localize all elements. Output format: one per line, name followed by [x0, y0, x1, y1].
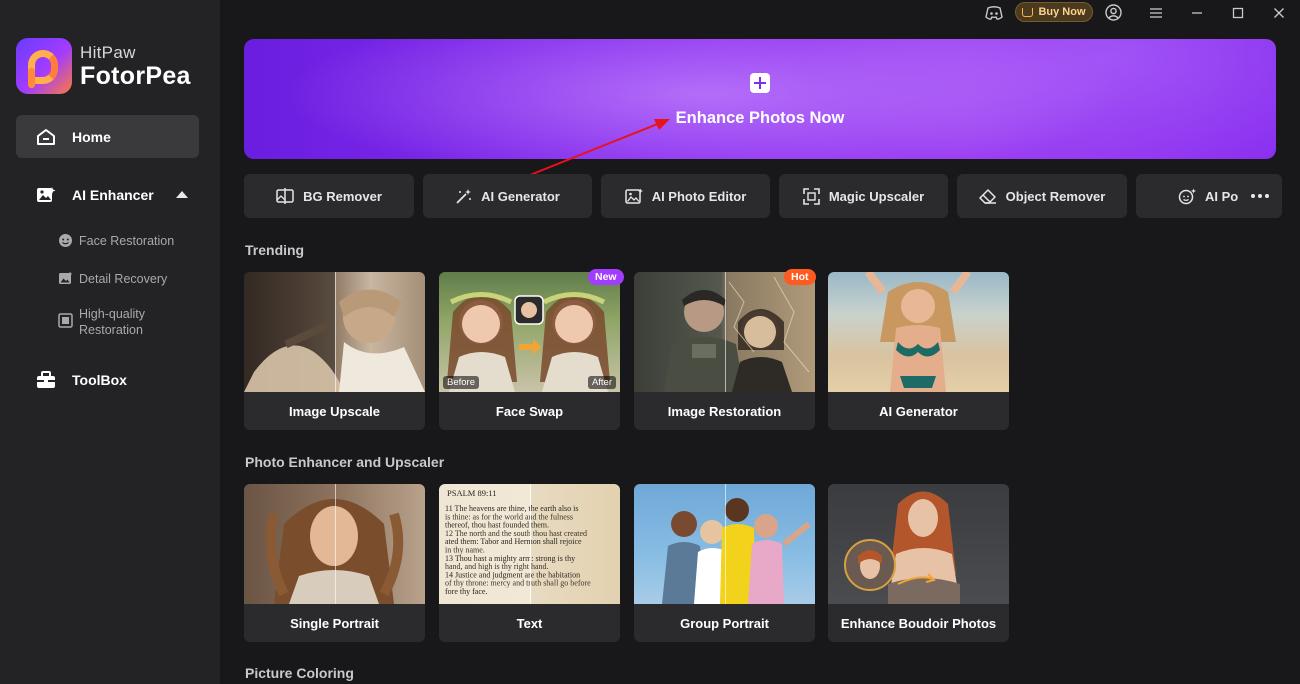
card-caption: Single Portrait [290, 615, 379, 631]
more-dots-icon[interactable] [1251, 194, 1269, 198]
card-image-upscale[interactable]: Image Upscale [244, 272, 425, 430]
card-caption: Group Portrait [680, 615, 769, 631]
tool-label: BG Remover [303, 188, 382, 204]
upscale-icon [803, 187, 820, 205]
app-logo: HitPaw FotorPea [16, 38, 191, 94]
text-sample-header: PSALM 89:11 [447, 488, 497, 498]
tool-label: AI Photo Editor [651, 188, 747, 204]
card-face-swap[interactable]: Before After Face Swap [439, 272, 620, 430]
ai-generator-button[interactable]: AI Generator [423, 174, 592, 218]
sidebar-item-label: Home [72, 128, 111, 145]
discord-icon[interactable] [985, 4, 1003, 21]
single-portrait-thumbnail [244, 484, 425, 604]
sidebar-item-toolbox[interactable]: ToolBox [16, 360, 127, 400]
section-title-photo-enhancer: Photo Enhancer and Upscaler [245, 454, 445, 470]
object-remover-button[interactable]: Object Remover [957, 174, 1127, 218]
sidebar-subitem-detail-recovery[interactable]: Detail Recovery [58, 271, 167, 287]
boudoir-thumbnail [828, 484, 1009, 604]
maximize-icon[interactable] [1229, 4, 1247, 21]
sidebar-subitem-face-restoration[interactable]: Face Restoration [58, 233, 174, 249]
tool-label: AI Generator [481, 188, 560, 204]
fotorpea-logo-icon [16, 38, 72, 94]
brand-line1: HitPaw [80, 42, 136, 62]
sidebar-subitem-label-line2: Restoration [79, 323, 143, 337]
sidebar-subitem-label-line1: High-quality [79, 307, 146, 321]
face-swap-thumbnail: Before After [439, 272, 620, 392]
banner-title: Enhance Photos Now [675, 109, 845, 127]
magic-upscaler-button[interactable]: Magic Upscaler [779, 174, 948, 218]
sidebar-item-label: AI Enhancer [72, 187, 154, 203]
card-group-portrait[interactable]: Group Portrait [634, 484, 815, 642]
image-enhance-icon [37, 187, 56, 202]
bg-remover-button[interactable]: BG Remover [244, 174, 414, 218]
buy-now-button[interactable]: Buy Now [1015, 2, 1093, 22]
account-icon[interactable] [1104, 4, 1122, 21]
card-caption: Image Restoration [667, 403, 782, 419]
portrait-sparkle-icon [1178, 188, 1196, 204]
menu-icon[interactable] [1147, 4, 1165, 21]
minimize-icon[interactable] [1188, 4, 1206, 21]
sidebar-subitem-label: Detail Recovery [79, 272, 168, 286]
home-icon [37, 128, 55, 145]
ai-generator-thumbnail [828, 272, 1009, 392]
face-icon [59, 234, 72, 247]
image-restoration-thumbnail [634, 272, 815, 392]
new-badge: New [588, 269, 624, 285]
tool-label: Object Remover [1005, 188, 1106, 204]
card-caption: Face Swap [495, 403, 564, 419]
card-caption: Enhance Boudoir Photos [840, 615, 997, 631]
sidebar-item-ai-enhancer[interactable]: AI Enhancer [16, 175, 154, 215]
sidebar-item-home[interactable]: Home [16, 115, 199, 158]
toolbox-icon [37, 371, 55, 388]
title-bar [220, 0, 1300, 25]
card-text[interactable]: PSALM 89:11 11 The heavens are thine, th… [439, 484, 620, 642]
sidebar-subitem-label: Face Restoration [79, 234, 175, 248]
cart-icon [1022, 7, 1034, 17]
group-portrait-thumbnail [634, 484, 815, 604]
card-single-portrait[interactable]: Single Portrait [244, 484, 425, 642]
hot-badge: Hot [784, 269, 816, 285]
card-caption: Text [516, 615, 543, 631]
after-tag: After [587, 376, 616, 389]
text-sample-line: fore thy face. [445, 587, 487, 596]
magic-wand-icon [456, 188, 472, 204]
sidebar-subitem-high-quality-restoration[interactable]: High-quality Restoration [58, 306, 145, 338]
card-caption: AI Generator [879, 403, 958, 419]
sidebar: HitPaw FotorPea Home AI Enhancer Face Re… [0, 0, 220, 684]
sidebar-item-label: ToolBox [72, 372, 127, 388]
eraser-icon [978, 189, 996, 204]
card-enhance-boudoir-photos[interactable]: Enhance Boudoir Photos [828, 484, 1009, 642]
card-caption: Image Upscale [288, 403, 381, 419]
text-thumbnail: PSALM 89:11 11 The heavens are thine, th… [439, 484, 620, 604]
close-icon[interactable] [1270, 4, 1288, 21]
ai-photo-editor-button[interactable]: AI Photo Editor [601, 174, 770, 218]
image-upscale-thumbnail [244, 272, 425, 392]
chevron-up-icon[interactable] [176, 191, 188, 198]
restore-image-icon [58, 313, 73, 328]
card-image-restoration[interactable]: Image Restoration [634, 272, 815, 430]
buy-now-label: Buy Now [1038, 6, 1086, 18]
before-tag: Before [443, 376, 479, 389]
brand-line2: FotorPea [80, 61, 191, 90]
image-detail-icon [59, 271, 73, 284]
section-title-trending: Trending [245, 242, 305, 258]
card-ai-generator[interactable]: AI Generator [828, 272, 1009, 430]
bg-remover-icon [276, 188, 294, 204]
plus-icon [750, 73, 770, 93]
tool-label: Magic Upscaler [828, 188, 925, 204]
section-title-picture-coloring: Picture Coloring [245, 665, 354, 681]
photo-editor-icon [624, 188, 643, 204]
enhance-photos-banner[interactable]: Enhance Photos Now [244, 39, 1276, 159]
